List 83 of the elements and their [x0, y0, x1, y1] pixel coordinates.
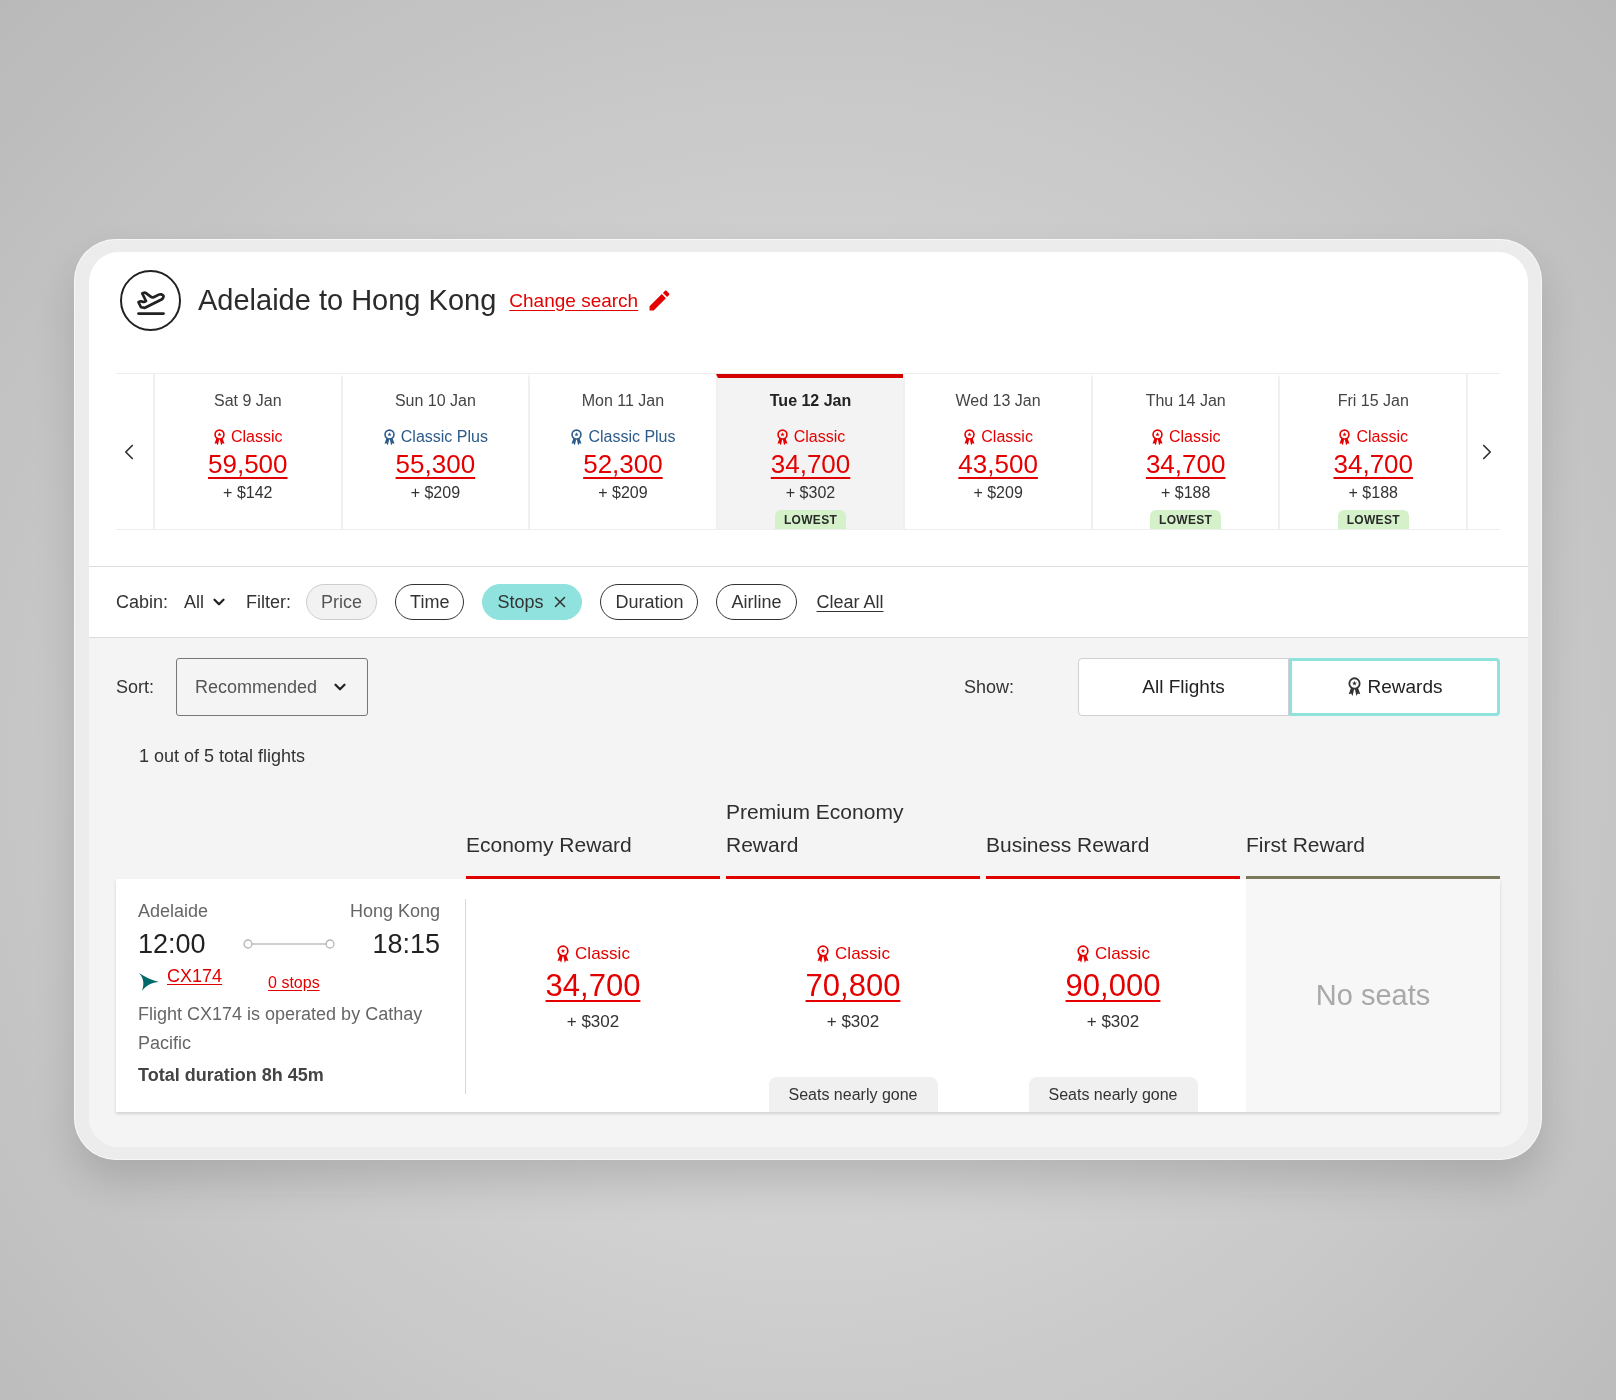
award-ribbon-icon — [1076, 945, 1091, 963]
sort-label: Sort: — [116, 676, 154, 698]
operator-text: Flight CX174 is operated by Cathay Pacific — [138, 1003, 424, 1055]
availability-badge: Seats nearly gone — [768, 1077, 938, 1112]
date-label: Fri 15 Jan — [1337, 391, 1409, 411]
points-link[interactable]: 90,000 — [1065, 968, 1161, 1004]
plane-takeoff-icon — [120, 270, 181, 331]
cabin-label: Cabin: — [116, 591, 169, 613]
route-line-icon — [243, 939, 335, 949]
date-label: Thu 14 Jan — [1145, 391, 1226, 411]
show-toggle-option[interactable]: Rewards — [1289, 658, 1500, 716]
award-ribbon-icon — [816, 945, 831, 963]
points-link[interactable]: 34,700 — [1333, 449, 1413, 479]
fare-type-label: Classic — [1356, 427, 1409, 447]
show-toggle-option[interactable]: All Flights — [1078, 658, 1289, 716]
arrival-time: 18:15 — [372, 928, 440, 960]
fare-type-label: Classic — [1095, 944, 1150, 964]
lowest-price-badge: LOWEST — [1150, 510, 1222, 529]
tax-amount: + $302 — [1086, 1012, 1140, 1032]
show-label: Show: — [963, 676, 1014, 698]
filter-chip[interactable]: Time — [395, 584, 465, 620]
date-label: Wed 13 Jan — [955, 391, 1041, 411]
tax-amount: + $209 — [598, 483, 648, 503]
award-ribbon-icon — [1338, 428, 1352, 446]
date-label: Tue 12 Jan — [769, 391, 852, 411]
tax-amount: + $209 — [973, 483, 1023, 503]
filter-chip[interactable]: Duration — [600, 584, 699, 620]
award-ribbon-icon — [570, 428, 584, 446]
award-ribbon-icon — [1150, 428, 1164, 446]
cabin-dropdown[interactable]: All — [184, 591, 229, 613]
fare-type-label: Classic Plus — [400, 427, 488, 447]
fare-type-label: Classic — [1168, 427, 1221, 447]
award-ribbon-icon — [1346, 677, 1362, 697]
fare-type-label: Classic Plus — [588, 427, 676, 447]
availability-badge: Seats nearly gone — [1028, 1077, 1198, 1112]
flight-number-link[interactable]: CX174 — [167, 966, 223, 986]
filter-label: Filter: — [246, 591, 292, 613]
points-link[interactable]: 55,300 — [395, 449, 476, 479]
tax-amount: + $302 — [785, 483, 836, 503]
points-link[interactable]: 43,500 — [958, 449, 1038, 479]
clear-all-link[interactable]: Clear All — [816, 591, 884, 613]
lowest-price-badge: LOWEST — [774, 510, 847, 529]
award-ribbon-icon — [963, 428, 977, 446]
tax-amount: + $302 — [566, 1012, 620, 1032]
date-label: Sun 10 Jan — [394, 391, 476, 411]
destination-city: Hong Kong — [349, 900, 440, 923]
points-link[interactable]: 34,700 — [545, 968, 641, 1004]
change-search-link[interactable]: Change search — [509, 289, 639, 312]
points-link[interactable]: 34,700 — [1145, 449, 1226, 479]
origin-city: Adelaide — [138, 900, 209, 923]
tax-amount: + $142 — [223, 483, 273, 503]
stops-link[interactable]: 0 stops — [268, 973, 320, 993]
date-label: Mon 11 Jan — [581, 391, 665, 411]
result-count: 1 out of 5 total flights — [139, 745, 307, 768]
tax-amount: + $302 — [826, 1012, 880, 1032]
filter-chip[interactable]: Airline — [716, 584, 797, 620]
points-link[interactable]: 59,500 — [208, 449, 288, 479]
award-ribbon-icon — [775, 428, 789, 446]
award-ribbon-icon — [213, 428, 226, 446]
tax-amount: + $188 — [1348, 483, 1398, 503]
fare-type-label: Classic — [793, 427, 846, 447]
fare-type-label: Classic — [231, 427, 283, 447]
points-link[interactable]: 34,700 — [770, 449, 851, 479]
duration-text: Total duration 8h 45m — [138, 1064, 325, 1087]
departure-time: 12:00 — [138, 928, 206, 960]
fare-type-label: Classic — [835, 944, 890, 964]
sort-select[interactable]: Recommended — [176, 658, 368, 716]
airline-logo — [138, 970, 160, 992]
award-ribbon-icon — [556, 945, 571, 963]
filter-chip[interactable]: Stops — [482, 584, 583, 620]
page-title: Adelaide to Hong Kong — [198, 284, 497, 317]
no-seats-panel: No seats — [1246, 879, 1500, 1112]
fare-type-label: Classic — [575, 944, 630, 964]
fare-type-label: Classic — [981, 427, 1033, 447]
points-link[interactable]: 70,800 — [805, 968, 901, 1004]
date-label: Sat 9 Jan — [214, 391, 282, 411]
award-ribbon-icon — [382, 428, 396, 446]
tax-amount: + $188 — [1161, 483, 1211, 503]
tax-amount: + $209 — [410, 483, 461, 503]
lowest-price-badge: LOWEST — [1337, 510, 1409, 529]
points-link[interactable]: 52,300 — [583, 449, 663, 479]
date-tab[interactable]: Tue 12 Jan Classic 34,700 + $302 LOWEST — [715, 374, 904, 529]
pencil-icon[interactable] — [649, 290, 671, 311]
